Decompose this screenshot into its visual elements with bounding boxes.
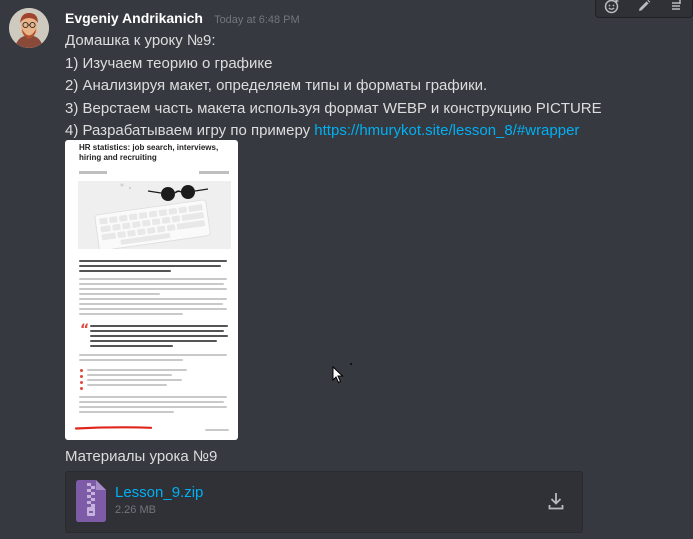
attachment-file-size: 2.26 MB — [115, 504, 156, 516]
list-bullet — [80, 375, 83, 378]
image-attachment-preview[interactable]: HR statistics: job search, interviews, h… — [65, 140, 238, 440]
list-bullet — [80, 387, 83, 390]
materials-label: Материалы урока №9 — [65, 448, 218, 465]
edit-icon — [639, 0, 651, 12]
add-reaction-icon — [604, 0, 619, 14]
message-line: 2) Анализируя макет, определяем типы и ф… — [65, 77, 488, 94]
message-timestamp: Today at 6:48 PM — [214, 14, 300, 26]
message-content: Домашка к уроку №9: 1) Изучаем теорию о … — [65, 30, 602, 143]
red-underline-mark — [75, 426, 152, 430]
message-header: Evgeniy Andrikanich Today at 6:48 PM — [65, 8, 300, 27]
attachment-file-name[interactable]: Lesson_9.zip — [115, 484, 203, 501]
article-list — [87, 369, 187, 389]
article-paragraph — [79, 354, 227, 364]
message-line: 1) Изучаем теорию о графике — [65, 54, 273, 72]
article-intro-text — [79, 260, 227, 275]
add-reaction-button[interactable] — [596, 0, 628, 17]
download-button[interactable] — [546, 490, 566, 512]
message-toolbar — [595, 0, 693, 18]
zip-archive-icon — [76, 480, 106, 526]
chat-message-view: Evgeniy Andrikanich Today at 6:48 PM Дом… — [0, 0, 693, 539]
article-meta — [79, 171, 229, 175]
message-line: 3) Верстаем часть макета используя форма… — [65, 99, 602, 117]
list-bullet — [80, 369, 83, 372]
quote-icon: “ — [80, 322, 90, 338]
author-name[interactable]: Evgeniy Andrikanich — [65, 10, 203, 26]
download-icon — [548, 493, 564, 510]
article-title: HR statistics: job search, interviews, h… — [79, 143, 219, 162]
file-attachment: Lesson_9.zip 2.26 MB — [65, 471, 583, 533]
avatar[interactable] — [9, 8, 49, 48]
more-options-icon — [672, 0, 681, 10]
lesson-link[interactable]: https://hmurykot.site/lesson_8/#wrapper — [314, 122, 579, 139]
article-paragraph — [79, 396, 227, 416]
article-paragraph — [79, 278, 227, 298]
article-share-row — [205, 429, 229, 434]
edit-button[interactable] — [628, 0, 660, 17]
article-paragraph — [79, 298, 227, 318]
avatar-illustration — [9, 8, 49, 48]
article-quote — [90, 325, 228, 350]
cursor-dot — [350, 363, 352, 365]
article-hero-image — [78, 181, 231, 249]
more-options-button[interactable] — [660, 0, 692, 17]
message-line-text: 4) Разрабатываем игру по примеру — [65, 122, 315, 139]
message-line: Домашка к уроку №9: — [65, 32, 216, 49]
mouse-cursor-icon — [332, 365, 344, 388]
list-bullet — [80, 381, 83, 384]
